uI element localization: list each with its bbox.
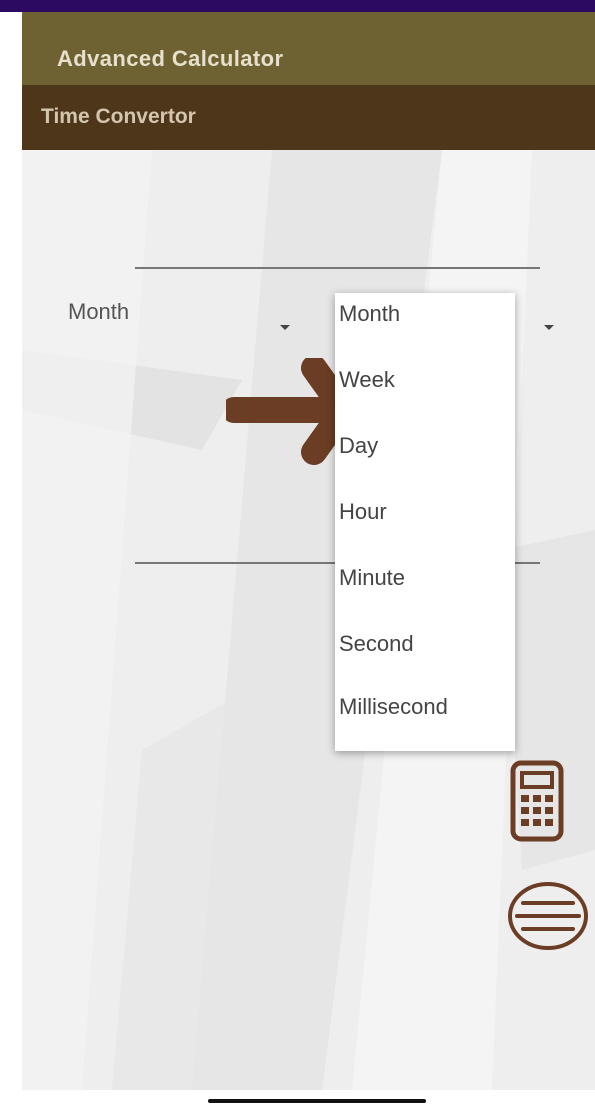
chevron-down-icon — [280, 325, 290, 330]
unit-dropdown: Month Week Day Hour Minute Second Millis… — [335, 293, 515, 751]
app-title: Advanced Calculator — [57, 46, 284, 71]
dropdown-option-minute[interactable]: Minute — [339, 565, 405, 591]
from-unit-value: Month — [68, 299, 130, 324]
from-unit-spinner[interactable]: Month — [62, 295, 302, 335]
dropdown-option-second[interactable]: Second — [339, 631, 414, 657]
dropdown-option-hour[interactable]: Hour — [339, 499, 387, 525]
menu-icon[interactable] — [505, 880, 595, 952]
navigation-area — [0, 1090, 595, 1105]
dropdown-option-month[interactable]: Month — [339, 301, 400, 327]
phone-screen: Advanced Calculator Time Convertor Month — [0, 0, 595, 1105]
sub-bar: Time Convertor — [22, 85, 595, 150]
chevron-down-icon — [544, 325, 554, 330]
dropdown-option-week[interactable]: Week — [339, 367, 395, 393]
screen-title: Time Convertor — [41, 105, 196, 128]
app-bar: Advanced Calculator — [22, 12, 595, 85]
status-bar — [0, 0, 595, 12]
calculator-icon[interactable] — [510, 760, 564, 842]
dropdown-option-millisecond[interactable]: Millisecond — [339, 694, 448, 720]
input-underline — [135, 267, 540, 269]
home-indicator[interactable] — [208, 1099, 426, 1103]
dropdown-option-day[interactable]: Day — [339, 433, 378, 459]
